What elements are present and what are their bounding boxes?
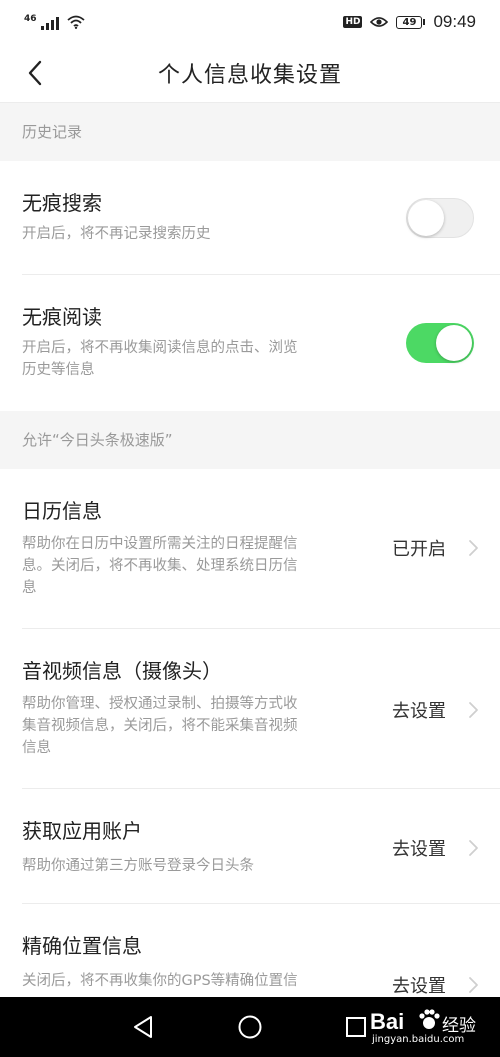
status-left: 46 (24, 14, 85, 30)
nav-back-button[interactable] (130, 1014, 156, 1040)
section-header-permissions: 允许“今日头条极速版” (0, 411, 500, 469)
signal-icon (40, 14, 59, 30)
setting-title: 音视频信息（摄像头） (22, 659, 222, 683)
setting-calendar[interactable]: 日历信息 帮助你在日历中设置所需关注的日程提醒信 息。关闭后，将不再收集、处理系… (0, 469, 500, 629)
setting-title: 日历信息 (22, 499, 102, 523)
setting-incognito-read: 无痕阅读 开启后，将不再收集阅读信息的点击、浏览 历史等信息 (0, 275, 500, 411)
system-nav-bar: Bai 经验 jingyan.baidu.com (0, 997, 500, 1057)
chevron-left-icon (28, 60, 42, 86)
desc-line: 息。关闭后，将不再收集、处理系统日历信 (22, 558, 298, 574)
desc-line: 帮助你管理、授权通过录制、拍摄等方式收 (22, 696, 298, 712)
hd-badge: HD (343, 16, 363, 28)
desc-line: 历史等信息 (22, 362, 95, 378)
setting-title: 获取应用账户 (22, 819, 142, 843)
desc-line: 息 (22, 580, 37, 596)
incognito-search-toggle[interactable] (406, 198, 474, 238)
setting-desc: 帮助你在日历中设置所需关注的日程提醒信 息。关闭后，将不再收集、处理系统日历信 … (22, 533, 298, 599)
status-value: 已开启 (392, 539, 446, 560)
status-value: 去设置 (392, 976, 446, 997)
wifi-icon (66, 15, 85, 29)
chevron-right-icon (469, 977, 478, 993)
toggle-knob (408, 200, 444, 236)
setting-incognito-search: 无痕搜索 开启后，将不再记录搜索历史 (0, 161, 500, 275)
back-button[interactable] (20, 58, 50, 88)
nav-bar: 个人信息收集设置 (0, 44, 500, 103)
clock: 09:49 (433, 12, 476, 31)
chevron-right-icon (469, 702, 478, 718)
nav-home-button[interactable] (237, 1014, 263, 1040)
setting-desc: 关闭后，将不再收集你的GPS等精确位置信 (22, 970, 298, 992)
section-header-history: 历史记录 (0, 103, 500, 161)
setting-title: 无痕阅读 (22, 305, 102, 329)
setting-title: 无痕搜索 (22, 191, 102, 215)
setting-camera[interactable]: 音视频信息（摄像头） 帮助你管理、授权通过录制、拍摄等方式收 集音视频信息，关闭… (0, 629, 500, 789)
chevron-right-icon (469, 540, 478, 556)
watermark-url: jingyan.baidu.com (372, 1034, 465, 1045)
desc-line: 信息 (22, 740, 51, 756)
baidu-jingyan-watermark: Bai 经验 jingyan.baidu.com (366, 1005, 492, 1049)
status-value: 去设置 (392, 839, 446, 860)
eye-comfort-icon (370, 17, 389, 27)
status-bar: 46 HD 49 09:49 (0, 0, 500, 44)
incognito-read-toggle[interactable] (406, 323, 474, 363)
watermark-suffix: 经验 (442, 1016, 476, 1036)
chevron-right-icon (469, 840, 478, 856)
desc-line: 帮助你通过第三方账号登录今日头条 (22, 858, 254, 874)
square-recents-icon (346, 1017, 366, 1037)
setting-desc: 帮助你通过第三方账号登录今日头条 (22, 855, 254, 877)
battery-level: 49 (396, 15, 423, 29)
setting-title: 精确位置信息 (22, 934, 142, 958)
status-right: HD 49 09:49 (343, 12, 476, 32)
desc-line: 帮助你在日历中设置所需关注的日程提醒信 (22, 536, 298, 552)
setting-desc: 帮助你管理、授权通过录制、拍摄等方式收 集音视频信息，关闭后，将不能采集音视频 … (22, 693, 298, 759)
paw-icon (419, 1009, 440, 1029)
toggle-knob (436, 325, 472, 361)
settings-list: 历史记录 无痕搜索 开启后，将不再记录搜索历史 无痕阅读 开启后，将不再收集阅读… (0, 103, 500, 1024)
desc-line: 集音视频信息，关闭后，将不能采集音视频 (22, 718, 298, 734)
triangle-back-icon (134, 1016, 152, 1038)
setting-desc: 开启后，将不再收集阅读信息的点击、浏览 历史等信息 (22, 337, 298, 381)
network-type-label: 46 (24, 14, 37, 24)
watermark-brand: Bai (370, 1009, 405, 1034)
desc-line: 关闭后，将不再收集你的GPS等精确位置信 (22, 973, 298, 989)
desc-line: 开启后，将不再收集阅读信息的点击、浏览 (22, 340, 298, 356)
setting-accounts[interactable]: 获取应用账户 帮助你通过第三方账号登录今日头条 去设置 (0, 789, 500, 904)
page-title: 个人信息收集设置 (157, 63, 342, 88)
circle-home-icon (238, 1015, 262, 1039)
status-value: 去设置 (392, 701, 446, 722)
battery-icon: 49 (396, 15, 426, 29)
setting-desc: 开启后，将不再记录搜索历史 (22, 226, 211, 242)
